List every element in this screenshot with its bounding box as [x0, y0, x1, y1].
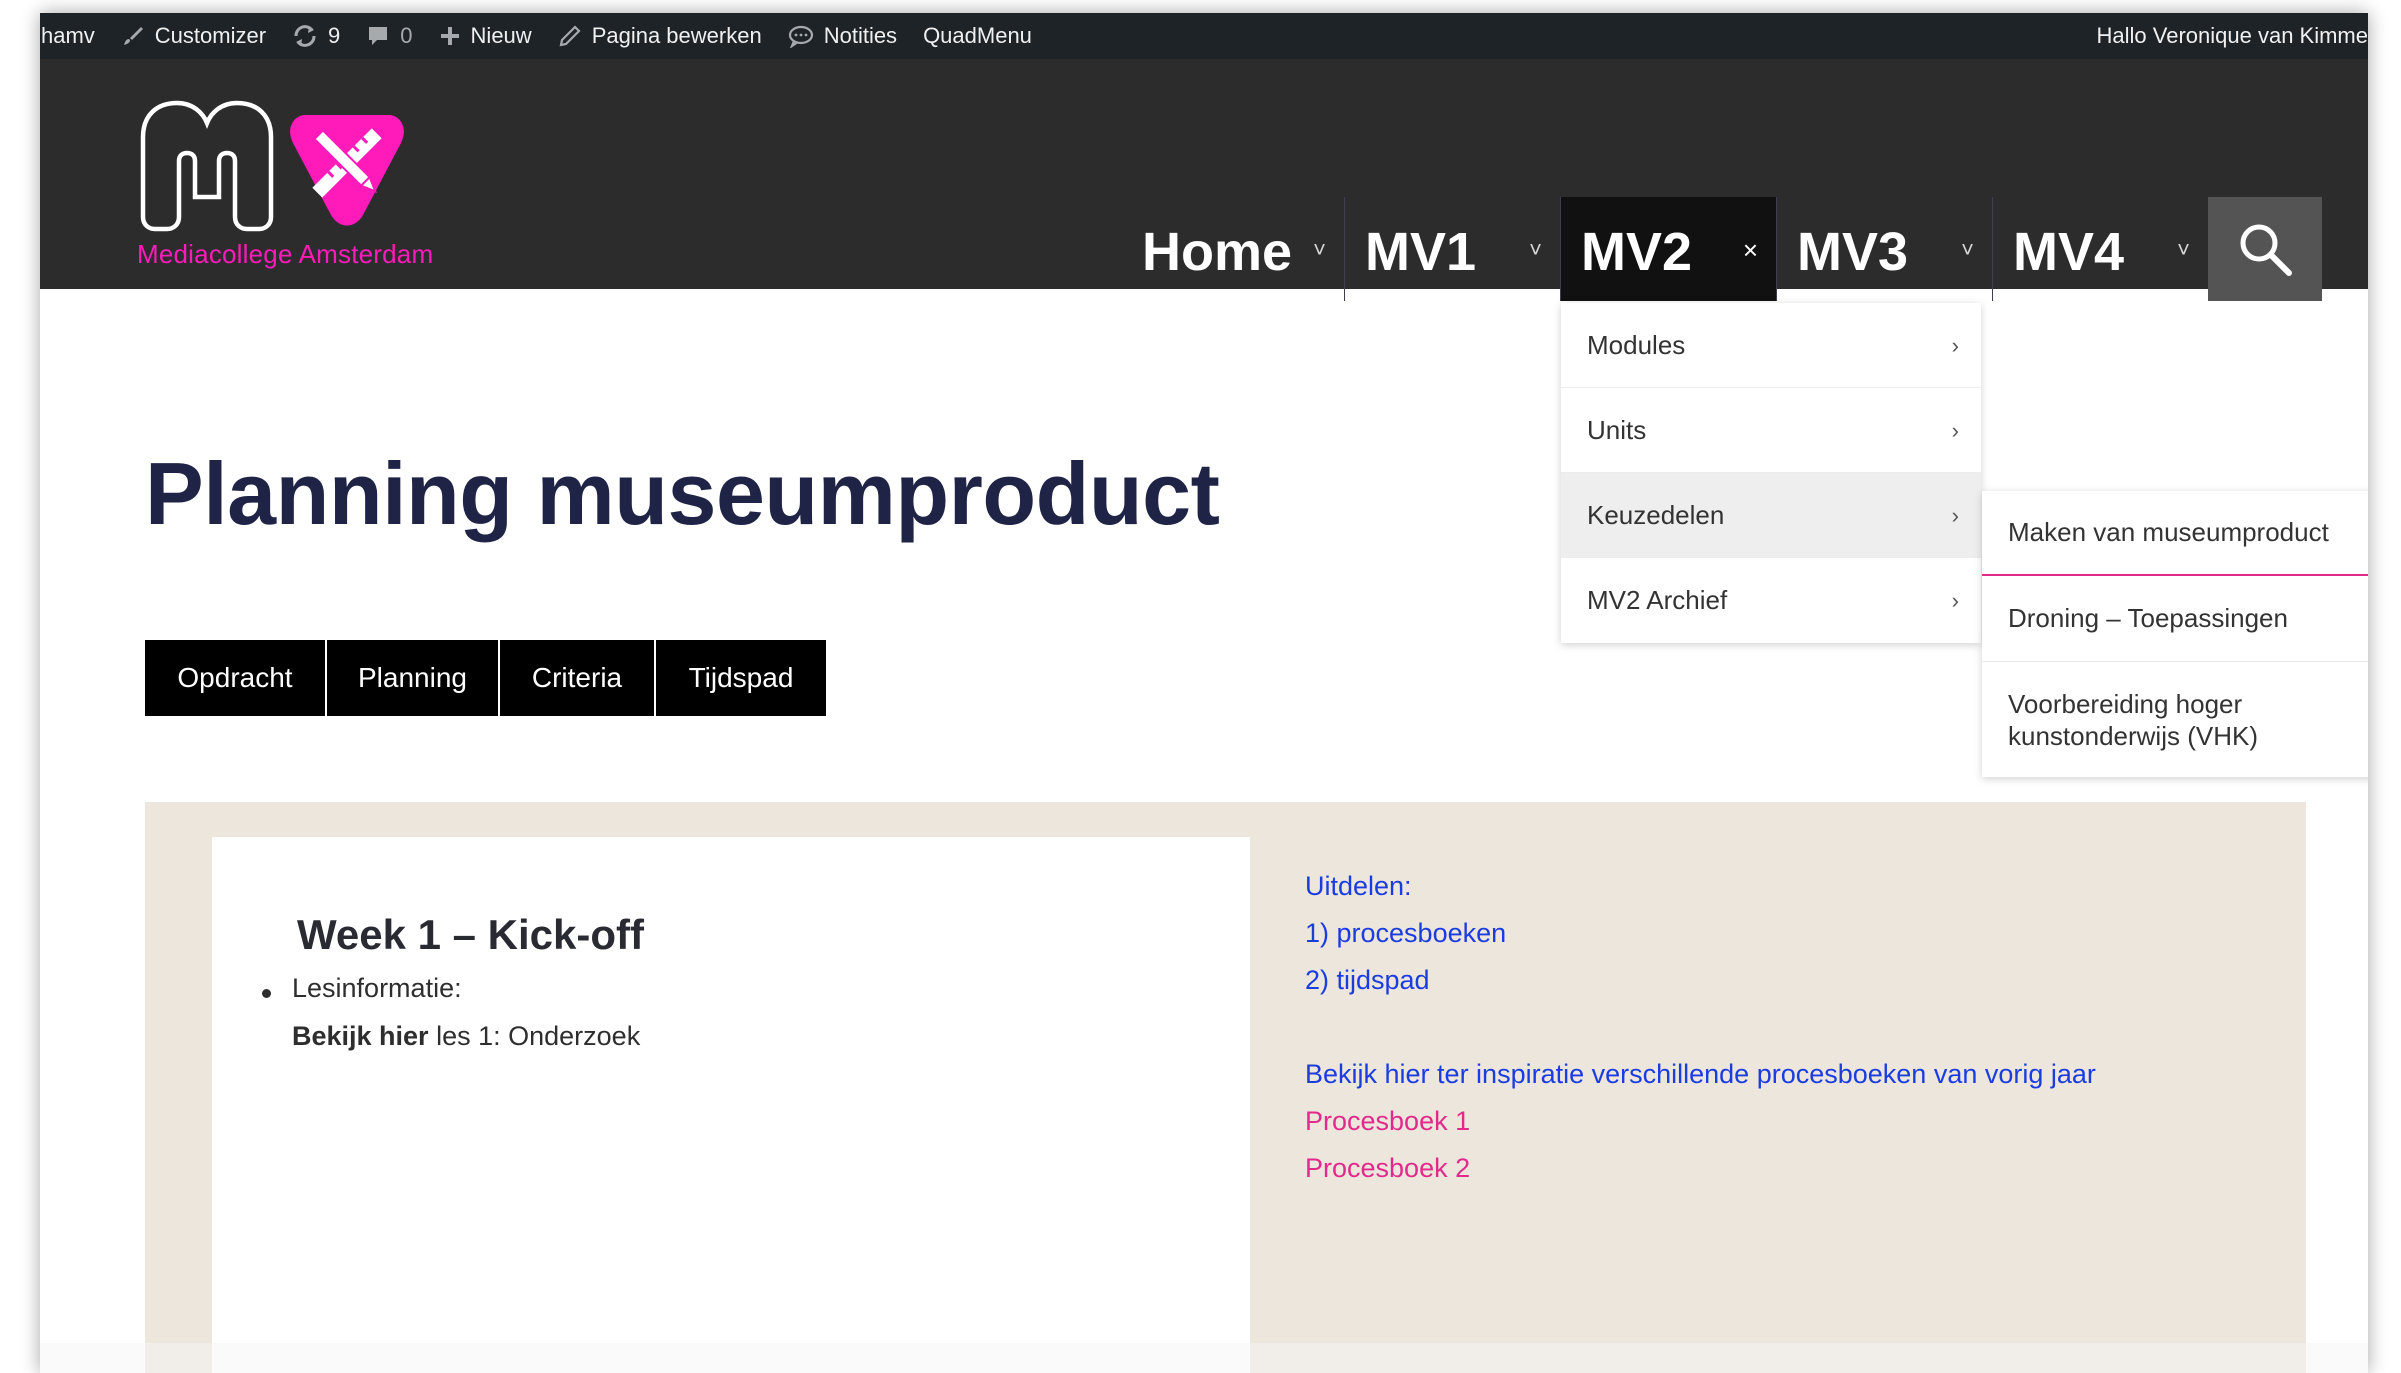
chevron-right-icon: › [1951, 588, 1959, 613]
pencil-icon [558, 24, 582, 48]
chevron-down-icon: ˅ [1529, 237, 1542, 262]
logo-tagline: Mediacollege Amsterdam [137, 239, 434, 269]
updates-count: 9 [328, 23, 341, 48]
menu-item-label: MV2 Archief [1587, 585, 1728, 615]
lesson-link-bold[interactable]: Bekijk hier [292, 1021, 429, 1051]
chevron-down-icon: ˅ [1961, 237, 1974, 262]
new-label: Nieuw [470, 23, 532, 48]
chevron-right-icon: › [1951, 333, 1959, 358]
nav-item-mv3[interactable]: MV3 ˅ [1776, 197, 1992, 301]
new-content-link[interactable]: Nieuw [426, 13, 545, 59]
lesson-link[interactable]: Bekijk hier les 1: Onderzoek [292, 1021, 640, 1052]
handout-info: Uitdelen: 1) procesboeken 2) tijdspad Be… [1305, 863, 2096, 1192]
content-tabs: Opdracht Planning Criteria Tijdspad [145, 640, 826, 716]
handout-item-procesboeken: 1) procesboeken [1305, 918, 1507, 948]
nav-item-home[interactable]: Home ˅ [1122, 197, 1344, 301]
menu-item-units[interactable]: Units › [1561, 388, 1981, 473]
menu-item-keuzedelen[interactable]: Keuzedelen › [1561, 473, 1981, 558]
nav-label: MV2 [1581, 222, 1693, 282]
search-button[interactable] [2208, 197, 2322, 301]
notes-link[interactable]: Notities [775, 13, 910, 59]
page-title: Planning museumproduct [145, 444, 1220, 543]
nav-item-mv2[interactable]: MV2 × [1560, 197, 1776, 301]
edit-page-link[interactable]: Pagina bewerken [545, 13, 775, 59]
site-name-label: hamv [41, 23, 95, 48]
speech-bubble-icon [788, 24, 814, 48]
account-menu[interactable]: Hallo Veronique van Kimme [2084, 13, 2368, 59]
comment-icon [366, 24, 390, 48]
tab-opdracht[interactable]: Opdracht [145, 640, 327, 716]
submenu-item-museumproduct[interactable]: Maken van museumproduct [1982, 491, 2368, 576]
brush-icon [121, 24, 145, 48]
updates-link[interactable]: 9 [279, 13, 353, 59]
main-nav: Home ˅ MV1 ˅ MV2 × MV3 ˅ MV4 ˅ [1122, 197, 2322, 301]
bullet-marker [262, 989, 271, 998]
menu-item-label: Modules [1587, 329, 1686, 360]
site-name-link[interactable]: hamv [40, 13, 108, 59]
tab-criteria[interactable]: Criteria [500, 640, 656, 716]
chevron-down-icon: ˅ [2177, 237, 2190, 262]
plus-icon [439, 25, 461, 47]
browser-viewport: hamv Customizer 9 0 Nieuw Pagina bewerke… [40, 13, 2368, 1373]
week-title: Week 1 – Kick-off [297, 911, 645, 958]
quadmenu-label: QuadMenu [923, 23, 1032, 48]
edit-page-label: Pagina bewerken [591, 23, 762, 48]
submenu-item-droning[interactable]: Droning – Toepassingen [1982, 576, 2368, 662]
menu-item-mv2-archief[interactable]: MV2 Archief › [1561, 558, 1981, 643]
menu-item-label: Keuzedelen [1587, 499, 1725, 530]
uitdelen-label: Uitdelen: [1305, 871, 1412, 901]
keuzedelen-submenu: Maken van museumproduct Droning – Toepas… [1982, 491, 2368, 777]
chevron-down-icon: ˅ [1313, 237, 1326, 262]
tab-tijdspad[interactable]: Tijdspad [656, 640, 826, 716]
quadmenu-link[interactable]: QuadMenu [910, 13, 1045, 59]
procesboek-2-link[interactable]: Procesboek 2 [1305, 1145, 2096, 1192]
search-icon [2240, 224, 2292, 276]
nav-label: MV4 [2013, 222, 2125, 282]
handout-item-tijdspad: 2) tijdspad [1305, 965, 1430, 995]
menu-item-label: Units [1587, 414, 1647, 445]
nav-item-mv1[interactable]: MV1 ˅ [1344, 197, 1560, 301]
customizer-label: Customizer [154, 23, 267, 48]
mv2-dropdown-menu: Modules › Units › Keuzedelen › MV2 Archi… [1561, 303, 1981, 643]
nav-label: Home [1142, 222, 1293, 282]
submenu-item-vhk[interactable]: Voorbereiding hoger kunstonderwijs (VHK) [1982, 662, 2368, 777]
bottom-edge [40, 1343, 2368, 1373]
comments-link[interactable]: 0 [353, 13, 425, 59]
nav-label: MV1 [1365, 222, 1477, 282]
greeting-label: Hallo Veronique van Kimme [2096, 23, 2368, 48]
chevron-right-icon: › [1951, 418, 1959, 443]
procesboek-1-link[interactable]: Procesboek 1 [1305, 1098, 2096, 1145]
customizer-link[interactable]: Customizer [108, 13, 279, 59]
menu-item-modules[interactable]: Modules › [1561, 303, 1981, 388]
inspiration-text: Bekijk hier ter inspiratie verschillende… [1305, 1059, 2096, 1089]
site-header: Mediacollege Amsterdam Home ˅ MV1 ˅ MV2 … [40, 59, 2368, 301]
tab-planning[interactable]: Planning [327, 640, 500, 716]
wp-admin-bar: hamv Customizer 9 0 Nieuw Pagina bewerke… [40, 13, 2368, 59]
refresh-icon [292, 24, 318, 48]
chevron-right-icon: › [1951, 503, 1959, 528]
lesinformatie-label: Lesinformatie: [292, 973, 462, 1003]
close-icon[interactable]: × [1743, 235, 1758, 266]
nav-label: MV3 [1797, 222, 1909, 282]
nav-item-mv4[interactable]: MV4 ˅ [1992, 197, 2208, 301]
lesson-link-rest: les 1: Onderzoek [428, 1021, 641, 1051]
comments-count: 0 [400, 23, 413, 48]
notes-label: Notities [823, 23, 898, 48]
